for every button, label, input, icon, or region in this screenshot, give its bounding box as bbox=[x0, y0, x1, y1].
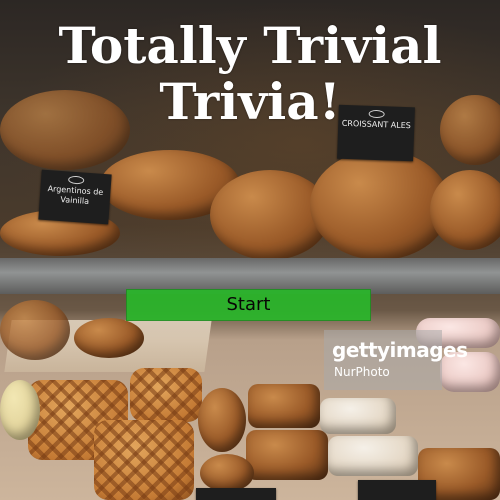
pastry bbox=[0, 300, 70, 360]
start-button[interactable]: Start bbox=[126, 289, 371, 321]
pastry bbox=[248, 384, 320, 428]
waffle bbox=[130, 368, 202, 422]
pastry bbox=[246, 430, 328, 480]
price-sign-bottom bbox=[196, 488, 276, 500]
pastry bbox=[200, 454, 254, 492]
croissant bbox=[310, 150, 450, 260]
pastry bbox=[198, 388, 246, 452]
game-screen: Argentinos de Vainilla CROISSANT ALES ge… bbox=[0, 0, 500, 500]
waffle bbox=[94, 420, 194, 500]
price-sign-left: Argentinos de Vainilla bbox=[38, 169, 112, 225]
pastry bbox=[0, 380, 40, 440]
watermark-brand: gettyimages bbox=[332, 338, 468, 362]
croissant bbox=[430, 170, 500, 250]
watermark: gettyimages NurPhoto bbox=[324, 330, 468, 390]
price-sign-bottom bbox=[358, 480, 436, 500]
pastry bbox=[320, 398, 396, 434]
watermark-credit: NurPhoto bbox=[334, 365, 390, 379]
pastry bbox=[328, 436, 418, 476]
pastry bbox=[74, 318, 144, 358]
price-sign-left-text: Argentinos de Vainilla bbox=[47, 184, 104, 206]
game-title: Totally Trivial Trivia! bbox=[58, 16, 442, 131]
